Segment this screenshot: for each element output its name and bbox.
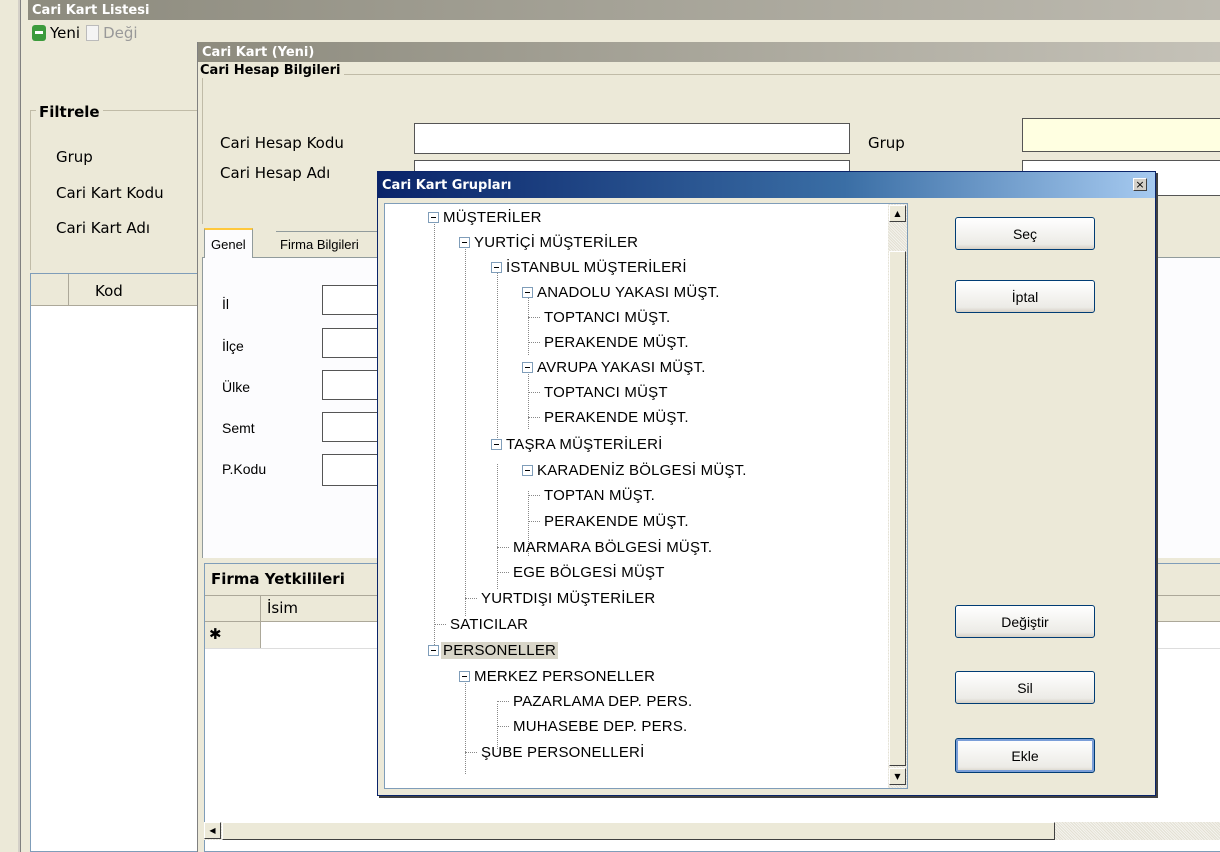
card-window-titlebar[interactable]: Cari Kart (Yeni) bbox=[198, 42, 1220, 62]
semt-input[interactable] bbox=[322, 412, 384, 442]
tree-node-avrupa-yakasi[interactable]: AVRUPA YAKASI MÜŞT. bbox=[522, 356, 708, 378]
il-label: İl bbox=[222, 296, 229, 312]
window-left-border bbox=[18, 0, 21, 852]
groups-treeview[interactable]: MÜŞTERİLER YURTİÇİ MÜŞTERİLER İSTANBUL M… bbox=[384, 203, 908, 789]
tree-node-yurtdisi-musteriler[interactable]: YURTDIŞI MÜŞTERİLER bbox=[465, 587, 657, 609]
tree-node-sube-personelleri[interactable]: ŞUBE PERSONELLERİ bbox=[465, 741, 646, 763]
list-window-titlebar[interactable]: Cari Kart Listesi bbox=[28, 0, 1220, 20]
group-input[interactable] bbox=[1022, 118, 1220, 152]
tree-node-muhasebe[interactable]: MUHASEBE DEP. PERS. bbox=[497, 715, 689, 737]
account-code-label: Cari Hesap Kodu bbox=[220, 134, 344, 152]
tree-node-personeller[interactable]: PERSONELLER bbox=[428, 639, 559, 661]
tree-node-yurtici-musteriler[interactable]: YURTİÇİ MÜŞTERİLER bbox=[459, 231, 640, 253]
contacts-hscrollbar[interactable]: ◀ bbox=[204, 822, 1220, 840]
il-input[interactable] bbox=[322, 285, 384, 315]
tree-node-karadeniz-toptan[interactable]: TOPTAN MÜŞT. bbox=[528, 484, 657, 506]
collapse-icon[interactable] bbox=[522, 464, 533, 476]
cari-kart-gruplari-dialog: Cari Kart Grupları × MÜŞTERİLER YURTİÇİ … bbox=[377, 171, 1156, 796]
tree-node-tasra-musterileri[interactable]: TAŞRA MÜŞTERİLERİ bbox=[491, 433, 664, 455]
tree-node-merkez-personeller[interactable]: MERKEZ PERSONELLER bbox=[459, 665, 657, 687]
dialog-titlebar[interactable]: Cari Kart Grupları bbox=[378, 172, 1155, 198]
tree-node-anadolu-perakende[interactable]: PERAKENDE MÜŞT. bbox=[528, 331, 691, 353]
tree-node-pazarlama[interactable]: PAZARLAMA DEP. PERS. bbox=[497, 690, 694, 712]
list-toolbar: Yeni Deği bbox=[28, 20, 198, 46]
delete-button[interactable]: Sil bbox=[955, 671, 1095, 704]
card-window-title: Cari Kart (Yeni) bbox=[202, 44, 315, 60]
tree-node-saticilar[interactable]: SATICILAR bbox=[434, 613, 530, 635]
posta-kodu-input[interactable] bbox=[322, 454, 384, 486]
tree-vscroll-thumb[interactable] bbox=[889, 251, 906, 766]
edit-document-icon bbox=[86, 25, 100, 41]
new-button[interactable]: Yeni bbox=[32, 24, 80, 42]
list-grid[interactable]: Kod bbox=[30, 273, 200, 852]
tree-node-avrupa-perakende[interactable]: PERAKENDE MÜŞT. bbox=[528, 406, 691, 428]
collapse-icon[interactable] bbox=[491, 261, 502, 273]
account-info-title: Cari Hesap Bilgileri bbox=[200, 63, 345, 78]
dialog-title: Cari Kart Grupları bbox=[382, 177, 512, 193]
new-row-star-icon: ✱ bbox=[205, 622, 261, 648]
contacts-header-isim[interactable]: İsim bbox=[261, 596, 298, 621]
contacts-title: Firma Yetkilileri bbox=[211, 570, 345, 588]
collapse-icon[interactable] bbox=[459, 670, 470, 682]
filter-code-label: Cari Kart Kodu bbox=[56, 184, 164, 202]
tab-genel-label: Genel bbox=[211, 237, 246, 252]
selected-tree-item: PERSONELLER bbox=[441, 641, 559, 659]
dialog-close-button[interactable]: × bbox=[1133, 178, 1147, 191]
posta-kodu-label: P.Kodu bbox=[222, 461, 267, 477]
ilce-input[interactable] bbox=[322, 328, 384, 358]
collapse-icon[interactable] bbox=[428, 211, 439, 223]
filter-group-label: Grup bbox=[56, 148, 93, 166]
tree-node-anadolu-toptanci[interactable]: TOPTANCI MÜŞT. bbox=[528, 306, 672, 328]
ilce-label: İlçe bbox=[222, 338, 244, 354]
collapse-icon[interactable] bbox=[428, 644, 439, 656]
tab-firma-bilgileri[interactable]: Firma Bilgileri bbox=[276, 231, 382, 258]
tab-firma-bilgileri-label: Firma Bilgileri bbox=[280, 237, 359, 252]
grid-header-row: Kod bbox=[31, 274, 199, 306]
select-button[interactable]: Seç bbox=[955, 217, 1095, 250]
tree-node-ege[interactable]: EGE BÖLGESİ MÜŞT bbox=[497, 561, 667, 583]
tree-vscrollbar[interactable]: ▲ ▼ bbox=[888, 204, 907, 788]
tree-node-karadeniz[interactable]: KARADENİZ BÖLGESİ MÜŞT. bbox=[522, 459, 749, 481]
grid-header-kod[interactable]: Kod bbox=[69, 274, 123, 305]
tree-node-karadeniz-perakende[interactable]: PERAKENDE MÜŞT. bbox=[528, 510, 691, 532]
scroll-up-arrow-icon[interactable]: ▲ bbox=[889, 205, 906, 222]
new-document-icon bbox=[32, 25, 46, 41]
scroll-down-arrow-icon[interactable]: ▼ bbox=[889, 768, 906, 785]
collapse-icon[interactable] bbox=[522, 286, 533, 298]
tab-genel[interactable]: Genel bbox=[204, 228, 253, 260]
tree-node-musteriler[interactable]: MÜŞTERİLER bbox=[428, 206, 544, 228]
list-window-title: Cari Kart Listesi bbox=[32, 2, 150, 18]
collapse-icon[interactable] bbox=[522, 361, 533, 373]
account-name-label: Cari Hesap Adı bbox=[220, 164, 331, 182]
tree-node-istanbul-musterileri[interactable]: İSTANBUL MÜŞTERİLERİ bbox=[491, 256, 689, 278]
contacts-hscroll-thumb[interactable] bbox=[222, 822, 1055, 840]
semt-label: Semt bbox=[222, 420, 255, 436]
tree-node-anadolu-yakasi[interactable]: ANADOLU YAKASI MÜŞT. bbox=[522, 281, 722, 303]
cancel-button[interactable]: İptal bbox=[955, 280, 1095, 313]
filter-title: Filtrele bbox=[36, 103, 103, 121]
group-label: Grup bbox=[868, 134, 905, 152]
ulke-label: Ülke bbox=[222, 379, 251, 395]
filter-name-label: Cari Kart Adı bbox=[56, 219, 151, 237]
change-button[interactable]: Değiştir bbox=[955, 605, 1095, 638]
tree-node-marmara[interactable]: MARMARA BÖLGESİ MÜŞT. bbox=[497, 536, 714, 558]
tree-node-avrupa-toptanci[interactable]: TOPTANCI MÜŞT bbox=[528, 381, 670, 403]
edit-button[interactable]: Deği bbox=[86, 24, 138, 42]
add-button[interactable]: Ekle bbox=[955, 738, 1095, 773]
collapse-icon[interactable] bbox=[491, 438, 502, 450]
account-code-input[interactable] bbox=[414, 123, 850, 154]
scroll-left-arrow-icon[interactable]: ◀ bbox=[204, 822, 221, 839]
close-icon: × bbox=[1135, 178, 1145, 191]
collapse-icon[interactable] bbox=[459, 236, 470, 248]
ulke-input[interactable] bbox=[322, 370, 384, 400]
